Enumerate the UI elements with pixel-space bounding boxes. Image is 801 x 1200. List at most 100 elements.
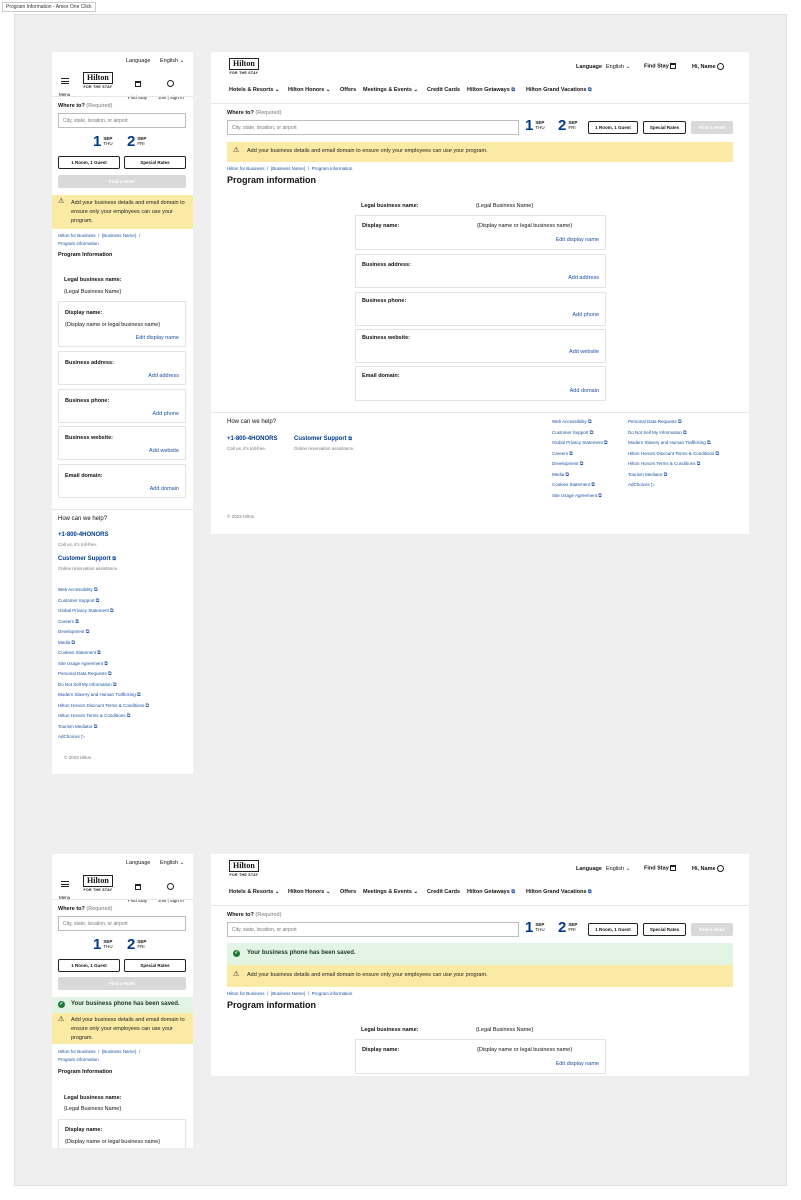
rooms-guests-button[interactable]: 1 Room, 1 Guest — [58, 959, 120, 972]
footer-link[interactable]: Modern Slavery and Human Trafficking ⧉ — [58, 690, 186, 701]
breadcrumb-business[interactable]: {Business Name} — [271, 166, 306, 171]
footer-link[interactable]: Modern Slavery and Human Trafficking ⧉ — [628, 438, 719, 449]
nav-offers[interactable]: Offers — [340, 87, 356, 93]
phone-link[interactable]: +1-800-4HONORS — [58, 532, 109, 538]
footer-link[interactable]: Web Accessibility ⧉ — [552, 417, 608, 428]
footer-link[interactable]: Global Privacy Statement ⧉ — [552, 438, 608, 449]
nav-hilton-honors[interactable]: Hilton Honors ⌄ — [288, 889, 331, 895]
footer-link[interactable]: Media ⧉ — [58, 638, 186, 649]
find-hotel-button[interactable]: Find a Hotel — [691, 923, 733, 936]
nav-grand-vacations[interactable]: Hilton Grand Vacations ⧉ — [526, 87, 592, 93]
breadcrumb-home[interactable]: Hilton for Business — [58, 1049, 96, 1054]
breadcrumb-home[interactable]: Hilton for Business — [227, 166, 265, 171]
footer-link[interactable]: Site Usage Agreement ⧉ — [552, 491, 608, 502]
footer-link[interactable]: Hilton Honors Terms & Conditions ⧉ — [628, 459, 719, 470]
language-select[interactable]: English ⌄ — [160, 58, 184, 64]
nav-meetings-events[interactable]: Meetings & Events ⌄ — [363, 889, 418, 895]
edit-display-name-link[interactable]: Edit display name — [556, 1061, 599, 1067]
breadcrumb-home[interactable]: Hilton for Business — [58, 233, 96, 238]
footer-link[interactable]: Personal Data Requests ⧉ — [628, 417, 719, 428]
footer-link[interactable]: Web Accessibility ⧉ — [58, 585, 186, 596]
find-hotel-button[interactable]: Find a Hotel — [58, 175, 186, 188]
add-domain-link[interactable]: Add domain — [150, 486, 179, 492]
nav-offers[interactable]: Offers — [340, 889, 356, 895]
nav-grand-vacations[interactable]: Hilton Grand Vacations ⧉ — [526, 889, 592, 895]
checkout-date[interactable]: 2 SEP FRI — [127, 134, 146, 149]
rooms-guests-button[interactable]: 1 Room, 1 Guest — [588, 121, 638, 134]
nav-hilton-getaways[interactable]: Hilton Getaways ⧉ — [467, 889, 515, 895]
hilton-logo[interactable]: Hilton FOR THE STAY — [83, 72, 113, 89]
nav-hotels-resorts[interactable]: Hotels & Resorts ⌄ — [229, 87, 279, 93]
find-stay-button[interactable]: Find Stay — [644, 63, 677, 69]
checkout-date[interactable]: 2 SEP FRI — [127, 937, 146, 952]
location-input[interactable]: City, state, location, or airport — [58, 916, 186, 931]
nav-meetings-events[interactable]: Meetings & Events ⌄ — [363, 87, 418, 93]
add-address-link[interactable]: Add address — [148, 373, 179, 379]
breadcrumb-current[interactable]: Program information — [58, 241, 99, 246]
checkin-date[interactable]: 1 SEP THU — [525, 118, 545, 133]
edit-display-name-link[interactable]: Edit display name — [556, 237, 599, 243]
language-select[interactable]: English ⌄ — [606, 64, 630, 70]
footer-link[interactable]: AdChoices ▷ — [58, 732, 186, 743]
nav-hilton-getaways[interactable]: Hilton Getaways ⧉ — [467, 87, 515, 93]
nav-hilton-honors[interactable]: Hilton Honors ⌄ — [288, 87, 331, 93]
location-input[interactable]: City, state, location, or airport — [227, 120, 519, 135]
footer-link[interactable]: AdChoices ▷ — [628, 480, 719, 491]
nav-credit-cards[interactable]: Credit Cards — [427, 889, 460, 895]
find-stay-button[interactable]: Find Stay — [644, 865, 677, 871]
find-hotel-button[interactable]: Find a Hotel — [691, 121, 733, 134]
hilton-logo[interactable]: Hilton FOR THE STAY — [83, 875, 113, 892]
find-hotel-button[interactable]: Find a Hotel — [58, 977, 186, 990]
checkout-date[interactable]: 2 SEP FRI — [558, 118, 577, 133]
footer-link[interactable]: Customer Support ⧉ — [58, 596, 186, 607]
user-menu[interactable]: Hi, Name — [692, 865, 725, 872]
hilton-logo[interactable]: Hilton FOR THE STAY — [229, 58, 259, 75]
footer-link[interactable]: Do Not Sell My Information ⧉ — [628, 428, 719, 439]
customer-support-link[interactable]: Customer Support ⧉ — [294, 436, 352, 442]
location-input[interactable]: City, state, location, or airport — [58, 113, 186, 128]
checkin-date[interactable]: 1 SEP THU — [93, 937, 113, 952]
special-rates-button[interactable]: Special Rates — [643, 923, 686, 936]
breadcrumb-business[interactable]: {Business Name} — [271, 991, 306, 996]
add-phone-link[interactable]: Add phone — [572, 312, 599, 318]
checkout-date[interactable]: 2 SEP FRI — [558, 920, 577, 935]
language-select[interactable]: English ⌄ — [160, 860, 184, 866]
footer-link[interactable]: Careers ⧉ — [58, 617, 186, 628]
footer-link[interactable]: Hilton Honors Terms & Conditions ⧉ — [58, 711, 186, 722]
footer-link[interactable]: Development ⧉ — [58, 627, 186, 638]
phone-link[interactable]: +1-800-4HONORS — [227, 436, 278, 442]
footer-link[interactable]: Cookies Statement ⧉ — [58, 648, 186, 659]
footer-link[interactable]: Personal Data Requests ⧉ — [58, 669, 186, 680]
location-input[interactable]: City, state, location, or airport — [227, 922, 519, 937]
rooms-guests-button[interactable]: 1 Room, 1 Guest — [588, 923, 638, 936]
footer-link[interactable]: Global Privacy Statement ⧉ — [58, 606, 186, 617]
checkin-date[interactable]: 1 SEP THU — [525, 920, 545, 935]
customer-support-link[interactable]: Customer Support ⧉ — [58, 556, 116, 562]
footer-link[interactable]: Do Not Sell My Information ⧉ — [58, 680, 186, 691]
rooms-guests-button[interactable]: 1 Room, 1 Guest — [58, 156, 120, 169]
add-phone-link[interactable]: Add phone — [152, 411, 179, 417]
breadcrumb-home[interactable]: Hilton for Business — [227, 991, 265, 996]
footer-link[interactable]: Hilton Honors Discount Terms & Condition… — [628, 449, 719, 460]
add-address-link[interactable]: Add address — [568, 275, 599, 281]
special-rates-button[interactable]: Special Rates — [643, 121, 686, 134]
footer-link[interactable]: Customer Support ⧉ — [552, 428, 608, 439]
footer-link[interactable]: Site Usage Agreement ⧉ — [58, 659, 186, 670]
footer-link[interactable]: Hilton Honors Discount Terms & Condition… — [58, 701, 186, 712]
breadcrumb-current[interactable]: Program information — [312, 166, 353, 171]
edit-display-name-link[interactable]: Edit display name — [136, 335, 179, 341]
nav-credit-cards[interactable]: Credit Cards — [427, 87, 460, 93]
footer-link[interactable]: Cookies Statement ⧉ — [552, 480, 608, 491]
add-domain-link[interactable]: Add domain — [570, 388, 599, 394]
menu-button[interactable]: Menu — [59, 72, 70, 97]
menu-button[interactable]: Menu — [59, 875, 70, 900]
user-menu[interactable]: Hi, Name — [692, 63, 725, 70]
nav-hotels-resorts[interactable]: Hotels & Resorts ⌄ — [229, 889, 279, 895]
breadcrumb-current[interactable]: Program information — [312, 991, 353, 996]
add-website-link[interactable]: Add website — [149, 448, 179, 454]
hilton-logo[interactable]: Hilton FOR THE STAY — [229, 860, 259, 877]
breadcrumb-business[interactable]: {Business Name} — [102, 233, 137, 238]
add-website-link[interactable]: Add website — [569, 349, 599, 355]
footer-link[interactable]: Tourism Mediator ⧉ — [628, 470, 719, 481]
special-rates-button[interactable]: Special Rates — [124, 156, 186, 169]
